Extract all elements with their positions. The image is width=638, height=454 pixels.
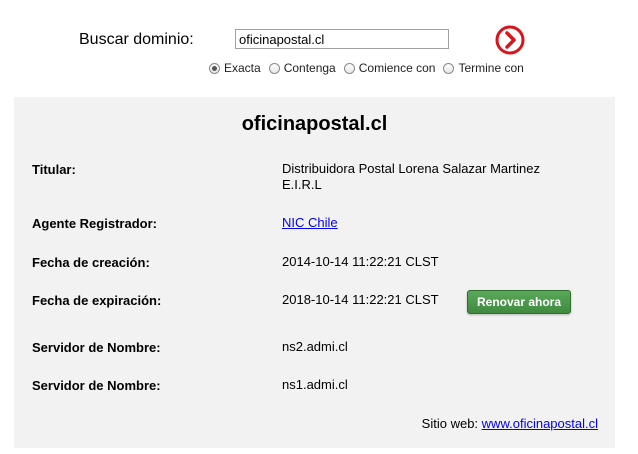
expiration-date-value: 2018-10-14 11:22:21 CLST <box>282 292 439 307</box>
website-link[interactable]: www.oficinapostal.cl <box>482 416 598 431</box>
option-exacta-label: Exacta <box>224 61 261 75</box>
creation-date-value: 2014-10-14 11:22:21 CLST <box>282 254 439 269</box>
name-server-2-label: Servidor de Nombre: <box>32 378 161 393</box>
option-termine-con-label: Termine con <box>458 61 524 75</box>
name-server-1-label: Servidor de Nombre: <box>32 340 161 355</box>
option-contenga[interactable]: Contenga <box>268 61 336 75</box>
renew-now-button[interactable]: Renovar ahora <box>467 290 571 314</box>
option-comience-con[interactable]: Comience con <box>343 61 436 75</box>
option-exacta[interactable]: Exacta <box>209 61 261 75</box>
registrar-link[interactable]: NIC Chile <box>282 215 338 230</box>
registrar-label: Agente Registrador: <box>32 216 157 231</box>
option-contenga-label: Contenga <box>283 61 336 75</box>
radio-termine-con[interactable] <box>443 62 455 74</box>
option-termine-con[interactable]: Termine con <box>443 61 524 75</box>
search-go-button[interactable] <box>495 25 525 55</box>
titular-value: Distribuidora Postal Lorena Salazar Mart… <box>282 161 540 193</box>
website-label: Sitio web: <box>421 416 479 431</box>
titular-value-line1: Distribuidora Postal Lorena Salazar Mart… <box>282 161 540 176</box>
match-options: Exacta Contenga Comience con Termine con <box>209 61 532 75</box>
registrar-value: NIC Chile <box>282 215 338 231</box>
creation-date-label: Fecha de creación: <box>32 255 150 270</box>
option-comience-con-label: Comience con <box>358 61 436 75</box>
arrow-circle-right-icon <box>495 25 525 55</box>
radio-contenga[interactable] <box>268 62 280 74</box>
titular-label: Titular: <box>32 162 76 177</box>
name-server-1-value: ns2.admi.cl <box>282 339 348 354</box>
name-server-2-value: ns1.admi.cl <box>282 377 348 392</box>
website-line: Sitio web: www.oficinapostal.cl <box>422 416 598 431</box>
titular-value-line2: E.I.R.L <box>282 177 322 192</box>
domain-search-input[interactable] <box>235 29 449 49</box>
search-label: Buscar dominio: <box>79 31 194 48</box>
domain-title: oficinapostal.cl <box>241 113 388 135</box>
radio-comience-con[interactable] <box>343 62 355 74</box>
whois-result-panel: oficinapostal.cl Titular: Distribuidora … <box>14 97 615 448</box>
radio-exacta[interactable] <box>209 62 220 74</box>
expiration-date-label: Fecha de expiración: <box>32 293 162 308</box>
